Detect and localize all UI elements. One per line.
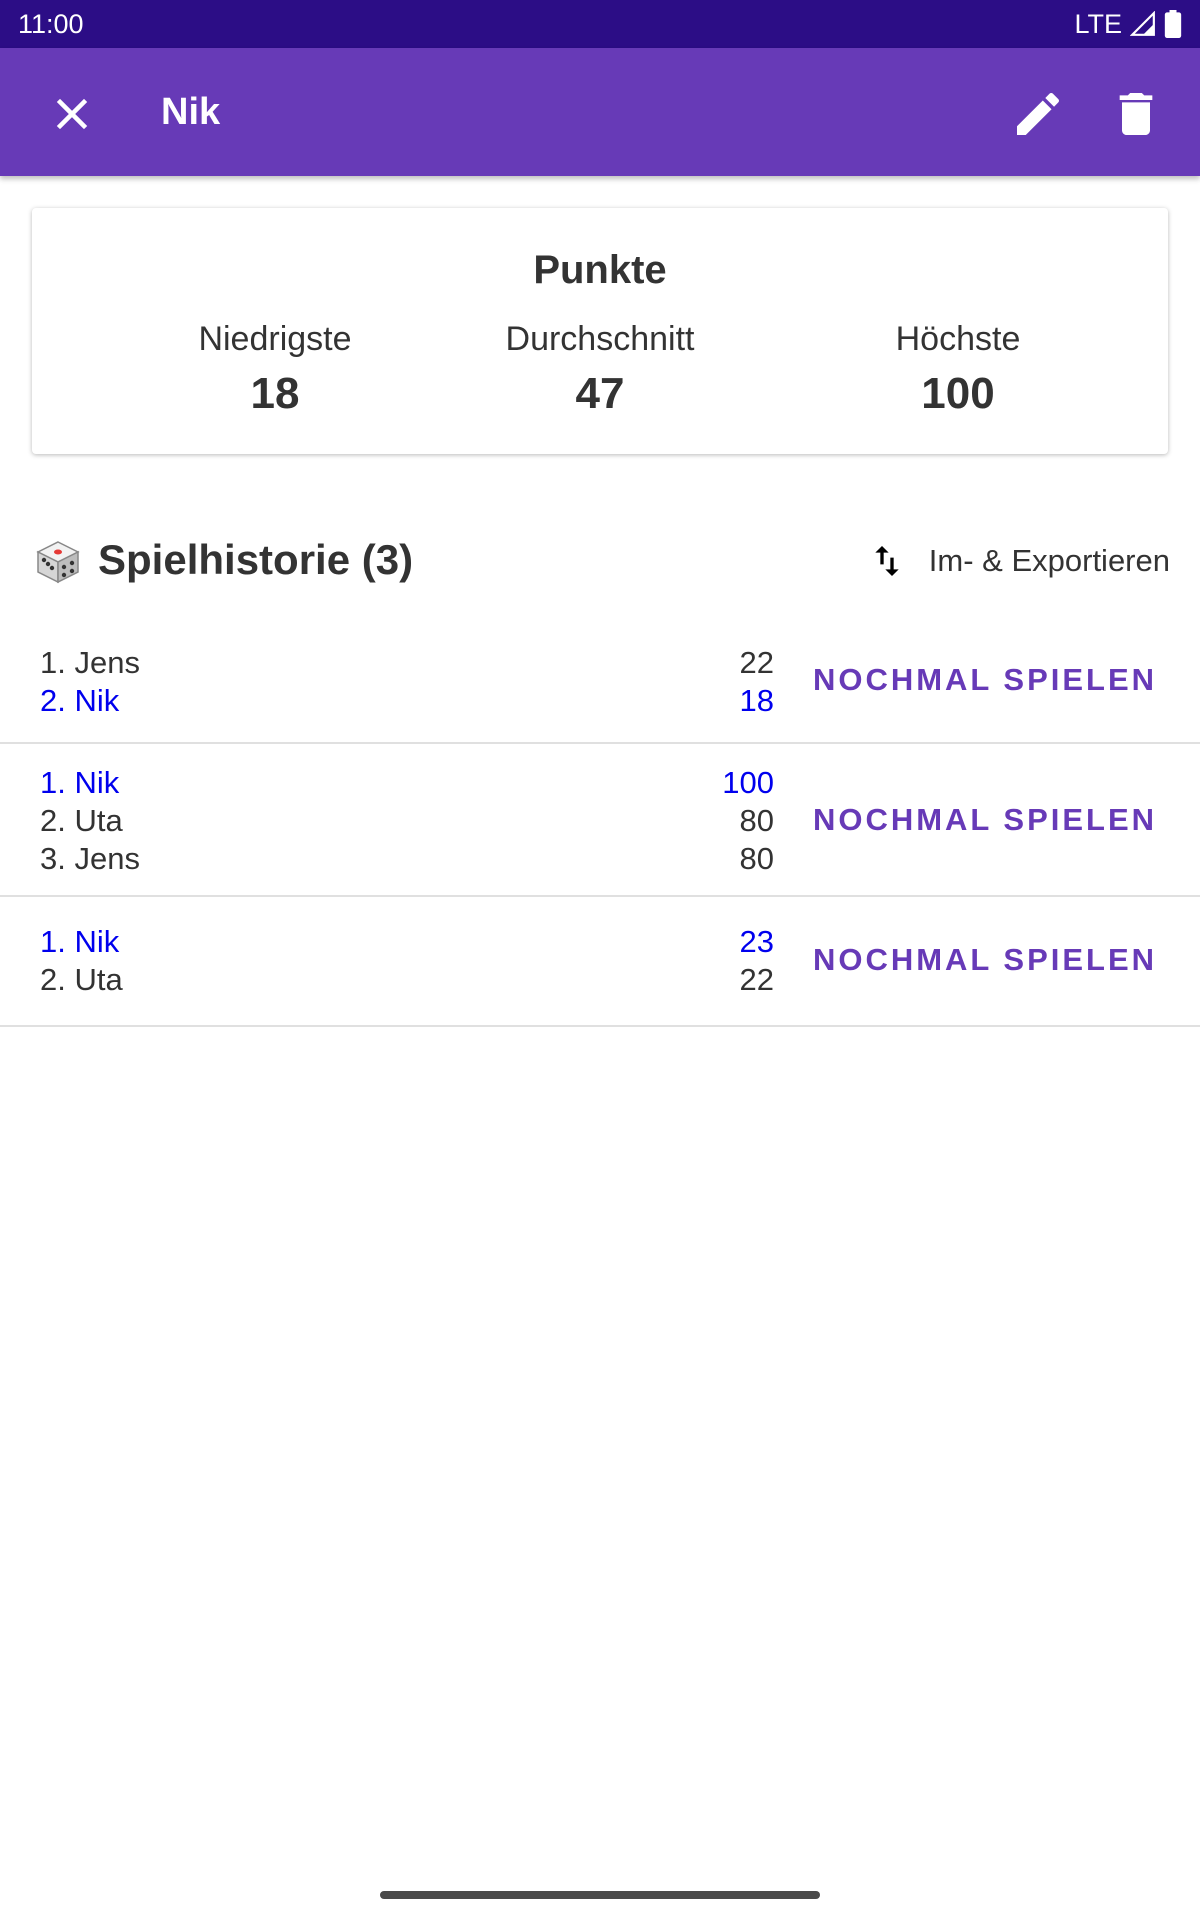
stat-value: 47	[575, 369, 625, 418]
edit-button[interactable]	[1010, 86, 1066, 142]
page-title: Nik	[161, 91, 221, 133]
player-list: 1. Jens 2. Nik	[40, 644, 140, 720]
player-name: 1. Nik	[40, 924, 120, 959]
player-score: 22	[739, 645, 774, 680]
game-row: 1. Jens 2. Nik 22 18 NOCHMAL SPIELEN	[0, 624, 1200, 744]
player-score: 80	[739, 803, 774, 838]
game-row: 1. Nik 2. Uta 3. Jens 100 80 80 NOCHMAL …	[0, 744, 1200, 897]
player-name: 2. Uta	[40, 962, 123, 997]
pencil-icon	[1017, 92, 1060, 135]
player-score: 18	[739, 683, 774, 718]
card-title: Punkte	[533, 248, 667, 292]
points-card: Punkte Niedrigste 18 Durchschnitt 47 Höc…	[32, 208, 1168, 454]
player-score: 22	[739, 962, 774, 997]
history-header: Spielhistorie (3) Im- & Exportieren	[34, 530, 1170, 594]
stat-value: 100	[921, 369, 995, 418]
stat-lowest: Niedrigste 18	[85, 320, 465, 419]
player-name: 1. Nik	[40, 765, 120, 800]
player-name: 3. Jens	[40, 841, 140, 876]
stat-average: Durchschnitt 47	[410, 320, 790, 419]
stat-value: 18	[250, 369, 300, 418]
network-label: LTE	[1074, 8, 1122, 39]
player-score: 23	[739, 924, 774, 959]
battery-icon	[1164, 10, 1182, 38]
dice-icon	[36, 541, 80, 584]
score-list: 22 18	[740, 644, 774, 720]
swap-vertical-icon	[875, 546, 899, 576]
stat-highest: Höchste 100	[768, 320, 1148, 419]
stat-label: Höchste	[895, 320, 1021, 358]
player-score: 100	[722, 765, 774, 800]
game-row: 1. Nik 2. Uta 23 22 NOCHMAL SPIELEN	[0, 897, 1200, 1027]
close-icon	[56, 98, 88, 130]
player-list: 1. Nik 2. Uta 3. Jens	[40, 764, 140, 878]
home-indicator[interactable]	[380, 1891, 820, 1899]
play-again-button[interactable]: NOCHMAL SPIELEN	[800, 650, 1170, 710]
player-name: 2. Uta	[40, 803, 123, 838]
play-again-button[interactable]: NOCHMAL SPIELEN	[800, 930, 1170, 990]
stat-label: Niedrigste	[198, 320, 352, 358]
import-export-label: Im- & Exportieren	[928, 543, 1170, 578]
delete-button[interactable]	[1108, 86, 1164, 142]
history-title: Spielhistorie (3)	[98, 536, 414, 583]
player-score: 80	[739, 841, 774, 876]
play-again-button[interactable]: NOCHMAL SPIELEN	[800, 790, 1170, 850]
player-name: 2. Nik	[40, 683, 120, 718]
close-button[interactable]	[44, 86, 100, 142]
player-name: 1. Jens	[40, 645, 140, 680]
player-list: 1. Nik 2. Uta	[40, 923, 123, 999]
import-export-button[interactable]: Im- & Exportieren	[867, 536, 1170, 586]
signal-icon	[1130, 11, 1155, 36]
trash-icon	[1119, 93, 1153, 135]
status-icons: LTE	[1074, 9, 1182, 40]
app-bar: Nik	[0, 48, 1200, 176]
status-bar: 11:00 LTE	[0, 0, 1200, 48]
status-time: 11:00	[18, 8, 84, 39]
score-list: 100 80 80	[722, 764, 774, 878]
score-list: 23 22	[740, 923, 774, 999]
stat-label: Durchschnitt	[505, 320, 695, 358]
